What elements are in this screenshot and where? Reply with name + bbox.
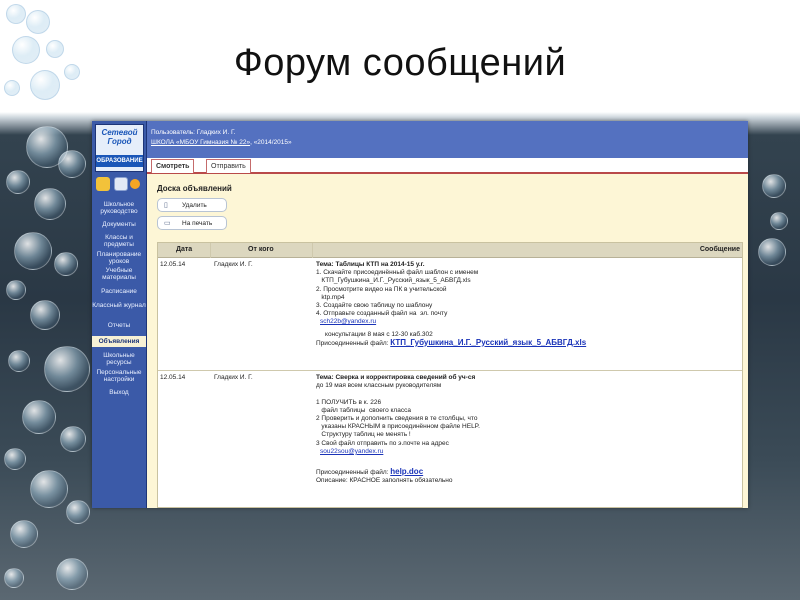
row-sender: Гладких И. Г. <box>214 374 253 381</box>
bubble-decoration <box>6 4 26 24</box>
row-message: Тема: Таблицы КТП на 2014-15 у.г. 1. Ска… <box>316 261 742 348</box>
bubble-decoration <box>22 400 56 434</box>
bubble-decoration <box>56 558 88 590</box>
sidebar-icons <box>96 177 142 193</box>
message-topic: Тема: Сверка и корректировка сведений об… <box>316 374 476 381</box>
sidebar-item-journal[interactable]: Классный журнал <box>92 302 146 309</box>
bubble-decoration <box>54 252 78 276</box>
sidebar-item-schedule[interactable]: Расписание <box>92 288 146 295</box>
attachment-link[interactable]: КТП_Губушкина_И.Г._Русский_язык_5_АБВГД.… <box>390 338 586 347</box>
table-row[interactable]: 12.05.14 Гладких И. Г. Тема: Сверка и ко… <box>158 371 742 507</box>
logo-line1: Сетевой <box>101 128 138 137</box>
bubble-decoration <box>758 238 786 266</box>
current-user: Пользователь: Гладких И. Г. <box>151 129 236 136</box>
bubble-decoration <box>30 300 60 330</box>
app-window: Сетевой Город ОБРАЗОВАНИЕ Школьное руков… <box>92 121 748 508</box>
bubble-decoration <box>8 350 30 372</box>
sidebar-item-reports[interactable]: Отчеты <box>92 322 146 329</box>
printer-icon: ▭ <box>164 220 171 227</box>
bubble-decoration <box>770 212 788 230</box>
app-logo[interactable]: Сетевой Город ОБРАЗОВАНИЕ <box>95 124 144 172</box>
column-header-date[interactable]: Дата <box>176 243 192 257</box>
trash-icon: ▯ <box>164 202 168 209</box>
message-body: до 19 мая всем классным руководителям 1 … <box>316 382 480 447</box>
school-link[interactable]: ШКОЛА «МБОУ Гимназия № 22» <box>151 139 250 146</box>
announcements-table: Дата От кого Сообщение 12.05.14 Гладких … <box>157 242 743 508</box>
message-topic: Тема: Таблицы КТП на 2014-15 у.г. <box>316 261 425 268</box>
print-button[interactable]: ▭ На печать <box>157 216 227 230</box>
bubble-decoration <box>6 280 26 300</box>
message-body: 1. Скачайте присоединённый файл шаблон с… <box>316 269 479 318</box>
table-row[interactable]: 12.05.14 Гладких И. Г. Тема: Таблицы КТП… <box>158 258 742 371</box>
bubble-decoration <box>4 448 26 470</box>
bubble-decoration <box>44 346 90 392</box>
bubble-decoration <box>6 170 30 194</box>
logo-line3: ОБРАЗОВАНИЕ <box>96 155 143 167</box>
sidebar-item-announcements[interactable]: Объявления <box>92 336 146 347</box>
delete-button[interactable]: ▯ Удалить <box>157 198 227 212</box>
attachment-description: Описание: КРАСНОЕ заполнять обязательно <box>316 477 453 485</box>
column-header-from[interactable]: От кого <box>248 243 274 257</box>
bubble-decoration <box>60 426 86 452</box>
email-link[interactable]: sou22sou@yandex.ru <box>320 448 383 455</box>
sidebar-item-materials[interactable]: Учебные материалы <box>92 267 146 281</box>
tab-view[interactable]: Смотреть <box>151 159 195 173</box>
logo-line2: Город <box>107 137 132 146</box>
help-icon[interactable] <box>130 179 140 189</box>
row-sender: Гладких И. Г. <box>214 261 253 268</box>
bubble-decoration <box>66 500 90 524</box>
sidebar-item-classes[interactable]: Классы и предметы <box>92 234 146 248</box>
logo-text: Сетевой Город <box>98 128 141 146</box>
bubble-decoration <box>10 520 38 548</box>
school-info: ШКОЛА «МБОУ Гимназия № 22», «2014/2015» <box>151 139 292 146</box>
users-icon[interactable] <box>114 177 128 191</box>
sidebar-item-exit[interactable]: Выход <box>92 389 146 396</box>
row-date: 12.05.14 <box>160 374 186 381</box>
school-year: , «2014/2015» <box>250 139 292 146</box>
row-message: Тема: Сверка и корректировка сведений об… <box>316 374 742 485</box>
bubble-decoration <box>58 150 86 178</box>
delete-button-label: Удалить <box>182 202 207 209</box>
column-header-message[interactable]: Сообщение <box>700 243 740 257</box>
print-button-label: На печать <box>182 220 213 227</box>
bubble-decoration <box>30 470 68 508</box>
sidebar-item-resources[interactable]: Школьные ресурсы <box>92 352 146 366</box>
bubble-decoration <box>26 10 50 34</box>
row-date: 12.05.14 <box>160 261 186 268</box>
folder-icon[interactable] <box>96 177 110 191</box>
tab-send[interactable]: Отправить <box>206 159 251 173</box>
sidebar-item-school-management[interactable]: Школьное руководство <box>92 201 146 215</box>
attachment-label: Присоединенный файл: <box>316 469 389 477</box>
email-link[interactable]: sch22b@yandex.ru <box>320 318 376 325</box>
sidebar-item-documents[interactable]: Документы <box>92 221 146 228</box>
bubble-decoration <box>4 568 24 588</box>
table-header: Дата От кого Сообщение <box>158 243 742 258</box>
sidebar-item-settings[interactable]: Персональные настройки <box>92 369 146 383</box>
main-content: Доска объявлений ▯ Удалить ▭ На печать Д… <box>147 174 748 508</box>
attachment-label: Присоединенный файл: <box>316 339 389 347</box>
sidebar: Сетевой Город ОБРАЗОВАНИЕ Школьное руков… <box>92 121 147 508</box>
tabs-bar: Смотреть Отправить <box>147 158 748 174</box>
attachment-link[interactable]: help.doc <box>390 467 423 476</box>
slide-title: Форум сообщений <box>233 42 567 84</box>
bubble-decoration <box>34 188 66 220</box>
bubble-decoration <box>762 174 786 198</box>
app-header: Пользователь: Гладких И. Г. ШКОЛА «МБОУ … <box>147 121 748 158</box>
bubble-decoration <box>14 232 52 270</box>
sidebar-item-lesson-planning[interactable]: Планирование уроков <box>92 251 146 265</box>
page-title: Доска объявлений <box>157 184 232 193</box>
